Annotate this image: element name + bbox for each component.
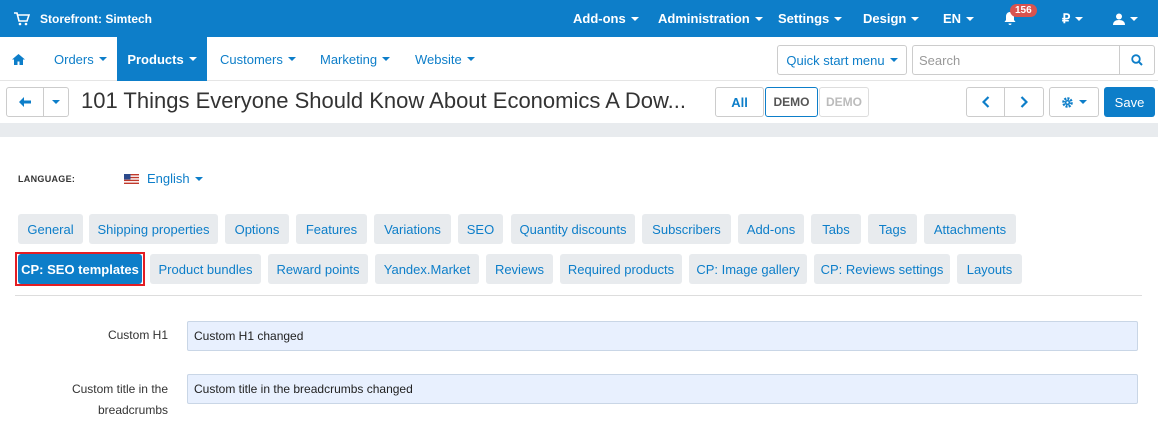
all-button[interactable]: All xyxy=(715,87,764,117)
tabs-divider xyxy=(15,295,1142,296)
language-select[interactable]: English xyxy=(124,171,203,186)
settings-dropdown-button[interactable] xyxy=(1049,87,1099,117)
top-bar: Storefront: Simtech Add-ons Administrati… xyxy=(0,0,1158,37)
caret-down-icon xyxy=(630,16,639,21)
cart-icon xyxy=(14,11,30,25)
tab-quantity-discounts[interactable]: Quantity discounts xyxy=(511,214,635,244)
toolbar-divider xyxy=(0,123,1158,137)
nav-customers[interactable]: Customers xyxy=(220,37,296,81)
caret-down-icon xyxy=(1079,100,1087,104)
custom-breadcrumbs-title-label: Custom title in the breadcrumbs xyxy=(71,382,168,417)
tab-reward-points[interactable]: Reward points xyxy=(268,254,368,284)
language-label: LANGUAGE: xyxy=(18,174,76,184)
active-tab-highlight xyxy=(15,252,145,286)
chevron-left-icon xyxy=(981,96,989,108)
menu-currency[interactable]: ₽ xyxy=(1062,0,1084,37)
user-icon xyxy=(1113,13,1125,25)
custom-h1-label: Custom H1 xyxy=(107,328,168,342)
custom-h1-input[interactable] xyxy=(187,321,1138,351)
tab-subscribers[interactable]: Subscribers xyxy=(642,214,731,244)
tab-cp-image-gallery[interactable]: CP: Image gallery xyxy=(689,254,807,284)
gear-icon xyxy=(1062,96,1073,108)
tab-layouts[interactable]: Layouts xyxy=(957,254,1022,284)
caret-down-icon xyxy=(911,16,920,21)
caret-down-icon xyxy=(194,176,203,181)
storefront-link[interactable]: Storefront: Simtech xyxy=(14,0,152,37)
tab-add-ons[interactable]: Add-ons xyxy=(738,214,804,244)
tab-seo[interactable]: SEO xyxy=(458,214,503,244)
caret-down-icon xyxy=(1130,16,1138,21)
tab-attachments[interactable]: Attachments xyxy=(924,214,1016,244)
search-icon xyxy=(1131,54,1143,66)
back-dropdown-button[interactable] xyxy=(43,87,69,117)
nav-website[interactable]: Website xyxy=(415,37,475,81)
tab-shipping-properties[interactable]: Shipping properties xyxy=(89,214,218,244)
next-product-button[interactable] xyxy=(1004,87,1044,117)
user-menu[interactable] xyxy=(1113,0,1138,37)
menu-settings[interactable]: Settings xyxy=(778,0,843,37)
search-button[interactable] xyxy=(1119,45,1155,75)
caret-down-icon xyxy=(466,57,475,61)
caret-down-icon xyxy=(98,57,107,61)
caret-down-icon xyxy=(287,57,296,61)
storefront-demo-2[interactable]: DEMO xyxy=(819,87,869,117)
caret-down-icon xyxy=(754,16,763,21)
storefront-label: Storefront: Simtech xyxy=(40,11,153,26)
menu-language[interactable]: EN xyxy=(943,0,975,37)
chevron-right-icon xyxy=(1020,96,1028,108)
tab-cp-reviews-settings[interactable]: CP: Reviews settings xyxy=(814,254,950,284)
storefront-demo-1[interactable]: DEMO xyxy=(765,87,818,117)
menu-administration[interactable]: Administration xyxy=(658,0,763,37)
nav-marketing[interactable]: Marketing xyxy=(320,37,391,81)
tab-variations[interactable]: Variations xyxy=(374,214,451,244)
menu-design[interactable]: Design xyxy=(863,0,920,37)
search-input[interactable] xyxy=(912,45,1119,75)
menu-addons[interactable]: Add-ons xyxy=(573,0,639,37)
tab-tabs[interactable]: Tabs xyxy=(811,214,861,244)
quick-start-menu-button[interactable]: Quick start menu xyxy=(777,45,907,75)
back-button[interactable] xyxy=(6,87,44,117)
tab-product-bundles[interactable]: Product bundles xyxy=(150,254,261,284)
home-link[interactable] xyxy=(0,37,36,81)
page-title: 101 Things Everyone Should Know About Ec… xyxy=(81,88,686,113)
caret-down-icon xyxy=(52,100,60,104)
nav-orders[interactable]: Orders xyxy=(54,37,107,81)
home-icon xyxy=(11,53,25,65)
caret-down-icon xyxy=(966,16,975,21)
us-flag-icon xyxy=(124,173,139,184)
notifications-badge: 156 xyxy=(1010,4,1037,17)
caret-down-icon xyxy=(889,58,898,62)
tab-features[interactable]: Features xyxy=(296,214,367,244)
caret-down-icon xyxy=(188,57,197,61)
caret-down-icon xyxy=(834,16,843,21)
arrow-left-icon xyxy=(19,97,31,107)
custom-breadcrumbs-title-input[interactable] xyxy=(187,374,1138,404)
save-button[interactable]: Save xyxy=(1104,87,1155,117)
prev-product-button[interactable] xyxy=(966,87,1005,117)
tab-tags[interactable]: Tags xyxy=(868,214,917,244)
nav-products[interactable]: Products xyxy=(117,37,207,81)
caret-down-icon xyxy=(382,57,391,61)
tab-options[interactable]: Options xyxy=(225,214,289,244)
tab-required-products[interactable]: Required products xyxy=(560,254,682,284)
tab-general[interactable]: General xyxy=(18,214,83,244)
tab-reviews[interactable]: Reviews xyxy=(486,254,553,284)
tab-yandex-market[interactable]: Yandex.Market xyxy=(375,254,479,284)
caret-down-icon xyxy=(1075,16,1084,21)
